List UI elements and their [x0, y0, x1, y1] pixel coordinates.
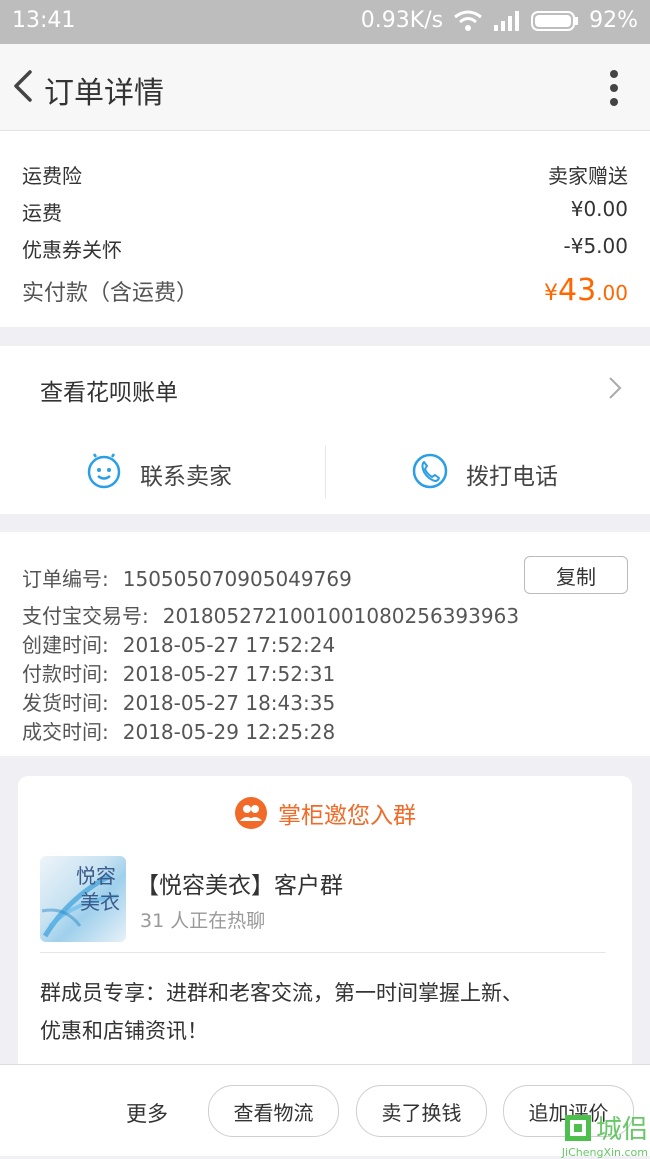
- bottom-action-bar: 更多 查看物流 卖了换钱 追加评价 城侣 JiChengXin.com: [0, 1064, 650, 1159]
- paid-amount-dec: .00: [596, 281, 628, 305]
- fee-row-coupon: 优惠券关怀 -¥5.00: [22, 234, 628, 263]
- sell-for-cash-button[interactable]: 卖了换钱: [356, 1085, 487, 1137]
- more-button[interactable]: 更多: [126, 1098, 168, 1128]
- order-info-row: 付款时间: 2018-05-27 17:52:31: [22, 658, 335, 687]
- battery-percent: 92%: [589, 8, 638, 33]
- info-label: 支付宝交易号:: [22, 604, 149, 628]
- shipped-time: 2018-05-27 18:43:35: [122, 691, 336, 715]
- more-options-icon[interactable]: [608, 68, 620, 108]
- group-description-line: 群成员专享：进群和老客交流，第一时间掌握上新、: [40, 981, 523, 1005]
- group-members: 31 人正在热聊: [140, 910, 266, 932]
- status-right: 0.93K/s 92%: [361, 8, 638, 33]
- group-invite-title: 掌柜邀您入群: [278, 803, 416, 829]
- fee-row-insurance: 运费险 卖家赠送: [22, 160, 628, 189]
- chat-bubble-icon: [87, 453, 121, 489]
- group-logo[interactable]: 悦容 美衣: [40, 856, 126, 942]
- watermark-text: 城侣: [595, 1115, 648, 1145]
- order-info-row: 订单编号: 150505070905049769: [22, 563, 352, 592]
- network-speed: 0.93K/s: [360, 8, 444, 33]
- huabei-label: 查看花呗账单: [40, 380, 178, 406]
- fees-card: 运费险 卖家赠送 运费 ¥0.00 优惠券关怀 -¥5.00 实付款（含运费） …: [0, 131, 650, 327]
- order-number: 150505070905049769: [122, 567, 352, 591]
- paid-label: 实付款（含运费）: [22, 281, 199, 306]
- fee-label: 运费: [22, 201, 62, 225]
- info-label: 发货时间:: [22, 691, 109, 715]
- group-invite-card: 掌柜邀您入群 悦容 美衣 【悦容美衣】客户群 31 人正在热聊 群成员专享：进群…: [18, 776, 632, 1076]
- paid-time: 2018-05-27 17:52:31: [122, 662, 336, 686]
- page-title: 订单详情: [44, 76, 164, 111]
- paid-row: 实付款（含运费） ¥43.00: [22, 273, 628, 308]
- alipay-trade-number: 2018052721001001080256393963: [162, 604, 520, 628]
- info-label: 付款时间:: [22, 662, 109, 686]
- group-logo-text-2: 美衣: [80, 890, 120, 914]
- watermark: 城侣 JiChengXin.com: [532, 1109, 648, 1159]
- fee-value: 卖家赠送: [548, 164, 628, 188]
- huabei-row[interactable]: 查看花呗账单: [0, 346, 650, 430]
- completed-time: 2018-05-29 12:25:28: [122, 720, 336, 744]
- wifi-icon: [454, 10, 483, 31]
- paid-amount: ¥43.00: [544, 273, 628, 308]
- group-description: 群成员专享：进群和老客交流，第一时间掌握上新、 优惠和店铺资讯！: [40, 974, 523, 1050]
- fee-row-shipping: 运费 ¥0.00: [22, 197, 628, 226]
- paid-amount-int: 43: [558, 273, 597, 308]
- watermark-sub: JiChengXin.com: [561, 1146, 648, 1159]
- group-divider: [40, 952, 606, 953]
- group-name[interactable]: 【悦容美衣】客户群: [136, 866, 343, 900]
- group-description-line: 优惠和店铺资讯！: [40, 1019, 208, 1043]
- info-label: 创建时间:: [22, 633, 109, 657]
- chevron-right-icon: [609, 377, 622, 399]
- signal-icon: [494, 10, 520, 31]
- group-people-icon: [235, 797, 267, 829]
- contact-seller-label: 联系卖家: [140, 464, 232, 490]
- order-info-row: 成交时间: 2018-05-29 12:25:28: [22, 716, 335, 745]
- fee-label: 优惠券关怀: [22, 238, 122, 262]
- order-info-row: 创建时间: 2018-05-27 17:52:24: [22, 629, 335, 658]
- view-logistics-button[interactable]: 查看物流: [208, 1085, 339, 1137]
- app-bar: 订单详情: [0, 44, 650, 131]
- info-label: 成交时间:: [22, 720, 109, 744]
- order-info-row: 支付宝交易号: 2018052721001001080256393963: [22, 600, 519, 629]
- phone-icon: [412, 453, 448, 489]
- call-phone-button[interactable]: 拨打电话: [326, 442, 650, 500]
- order-info-card: 复制 订单编号: 150505070905049769 支付宝交易号: 201805…: [0, 532, 650, 756]
- status-time: 13:41: [12, 8, 76, 33]
- copy-button[interactable]: 复制: [524, 556, 628, 594]
- call-phone-label: 拨打电话: [466, 464, 558, 490]
- paid-currency: ¥: [544, 281, 558, 306]
- battery-icon: [531, 10, 579, 31]
- created-time: 2018-05-27 17:52:24: [122, 633, 336, 657]
- fee-value: ¥0.00: [570, 197, 628, 221]
- order-info-row: 发货时间: 2018-05-27 18:43:35: [22, 687, 335, 716]
- group-logo-text-1: 悦容: [76, 864, 116, 888]
- group-invite-header: 掌柜邀您入群: [18, 796, 632, 830]
- status-bar: 13:41 0.93K/s 92%: [0, 0, 650, 44]
- watermark-logo-icon: [564, 1114, 591, 1141]
- fee-value: -¥5.00: [563, 234, 628, 258]
- service-card: 查看花呗账单 联系卖家 拨打电话: [0, 346, 650, 514]
- back-arrow-icon[interactable]: [8, 66, 38, 106]
- info-label: 订单编号:: [22, 567, 109, 591]
- contact-seller-button[interactable]: 联系卖家: [0, 442, 325, 500]
- fee-label: 运费险: [22, 164, 82, 188]
